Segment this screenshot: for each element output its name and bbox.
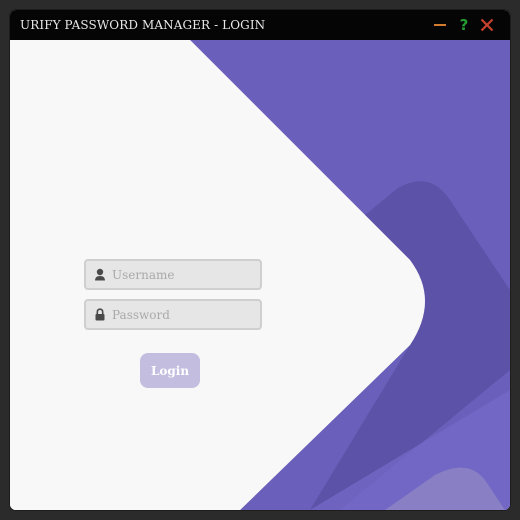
lock-icon: [95, 308, 105, 321]
close-icon: [480, 18, 494, 32]
password-input[interactable]: [112, 301, 256, 328]
title-bar[interactable]: URIFY PASSWORD MANAGER - LOGIN ?: [10, 10, 510, 40]
login-window: URIFY PASSWORD MANAGER - LOGIN ? Usernam…: [10, 10, 510, 510]
username-input[interactable]: [112, 261, 256, 288]
minimize-icon: [434, 24, 446, 26]
user-icon: [95, 268, 105, 281]
minimize-button[interactable]: [430, 15, 450, 35]
close-button[interactable]: [477, 15, 497, 35]
password-field[interactable]: [84, 299, 262, 330]
username-field[interactable]: [84, 259, 262, 290]
help-button[interactable]: ?: [454, 15, 474, 35]
help-icon: ?: [459, 15, 469, 34]
login-content: Login: [10, 40, 510, 510]
login-button[interactable]: Login: [140, 353, 200, 388]
window-title: URIFY PASSWORD MANAGER - LOGIN: [20, 18, 266, 32]
